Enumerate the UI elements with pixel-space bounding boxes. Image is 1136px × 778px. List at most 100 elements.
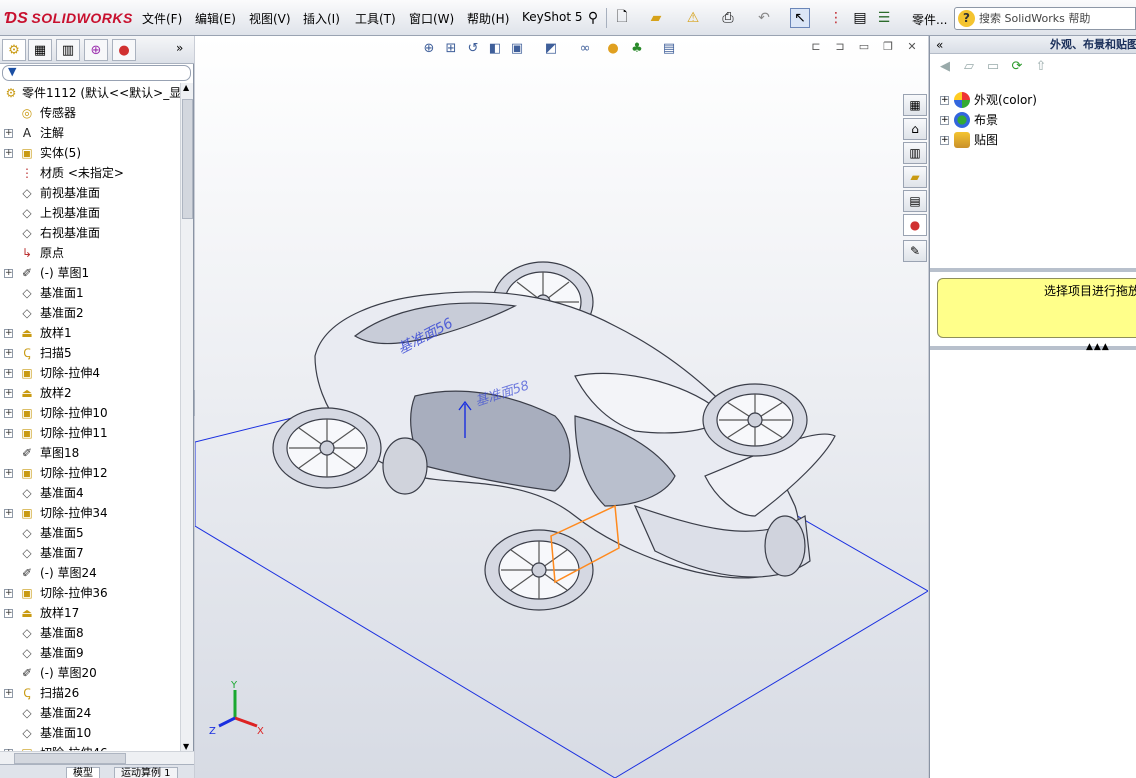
refresh-icon[interactable]: ⟳: [1008, 58, 1026, 76]
tree-item-scenes[interactable]: + 布景: [930, 110, 1136, 130]
previous-view-icon[interactable]: ↺: [464, 40, 482, 58]
menu-window[interactable]: 窗口(W): [409, 10, 454, 27]
tree-item[interactable]: + ▣ 切除-拉伸10: [0, 403, 180, 423]
tree-item[interactable]: + ▣ 切除-拉伸11: [0, 423, 180, 443]
tree-item[interactable]: + ▣ 实体(5): [0, 143, 180, 163]
scroll-down-icon[interactable]: ▼: [183, 742, 189, 751]
menu-insert[interactable]: 插入(I): [303, 10, 340, 27]
display-style-icon[interactable]: ◩: [542, 40, 560, 58]
view-palette-icon[interactable]: ▤: [903, 190, 927, 212]
display-manager-tab-icon[interactable]: ●: [112, 39, 136, 61]
expand-icon[interactable]: +: [4, 149, 13, 158]
tree-item-decals[interactable]: + 贴图: [930, 130, 1136, 150]
open-folder-icon[interactable]: ▱: [960, 58, 978, 76]
tree-item[interactable]: + ✐ (-) 草图1: [0, 263, 180, 283]
back-icon[interactable]: ◀: [936, 58, 954, 76]
tree-item[interactable]: + ▣ 切除-拉伸4: [0, 363, 180, 383]
section-view-icon[interactable]: ◧: [486, 40, 504, 58]
solidworks-resources-icon[interactable]: ▦: [903, 94, 927, 116]
help-search-input[interactable]: ? 搜索 SolidWorks 帮助: [954, 7, 1136, 30]
tree-item[interactable]: ◇ 基准面4: [0, 483, 180, 503]
property-manager-tab-icon[interactable]: ▦: [28, 39, 52, 61]
file-explorer-icon[interactable]: ▰: [903, 166, 927, 188]
expand-icon[interactable]: +: [4, 269, 13, 278]
restore-icon[interactable]: ❐: [880, 40, 896, 54]
model-scene[interactable]: 基准面56 基准面58 Y X Z: [195, 36, 928, 778]
expand-icon[interactable]: +: [4, 349, 13, 358]
tree-item[interactable]: + ▣ 切除-拉伸12: [0, 463, 180, 483]
tree-item[interactable]: ◇ 基准面8: [0, 623, 180, 643]
open-folder-icon[interactable]: ▰: [646, 8, 666, 28]
tree-item[interactable]: ↳ 原点: [0, 243, 180, 263]
expand-icon[interactable]: +: [4, 329, 13, 338]
design-library-icon[interactable]: ▥: [903, 142, 927, 164]
tree-item[interactable]: + Ꞔ 扫描26: [0, 683, 180, 703]
apply-scene-icon[interactable]: ♣: [628, 40, 646, 58]
tree-item[interactable]: ◇ 基准面2: [0, 303, 180, 323]
tree-item[interactable]: ◇ 基准面1: [0, 283, 180, 303]
options-icon[interactable]: ☰: [874, 8, 894, 28]
feature-manager-tab-icon[interactable]: ⚙: [2, 39, 26, 61]
tree-item[interactable]: ⋮ 材质 <未指定>: [0, 163, 180, 183]
expand-icon[interactable]: +: [940, 96, 949, 105]
tree-item[interactable]: ✐ (-) 草图20: [0, 663, 180, 683]
expand-icon[interactable]: +: [4, 389, 13, 398]
zoom-to-area-icon[interactable]: ⊞: [442, 40, 460, 58]
tree-item[interactable]: ◇ 前视基准面: [0, 183, 180, 203]
expand-icon[interactable]: +: [4, 429, 13, 438]
select-pointer-icon[interactable]: ↖: [790, 8, 810, 28]
menu-keyshot[interactable]: KeyShot 5: [522, 10, 582, 24]
tree-item[interactable]: ◇ 上视基准面: [0, 203, 180, 223]
tree-horizontal-scrollbar[interactable]: [0, 751, 194, 764]
graphics-area[interactable]: 基准面56 基准面58 Y X Z ⊕ ⊞ ↺ ◧ ▣ ◩ ∞ ● ♣ ▤ ⊏ …: [195, 36, 928, 778]
resize-grip-icon[interactable]: ▲▲▲: [1086, 342, 1110, 352]
collapse-pane-icon[interactable]: «: [936, 36, 943, 54]
tree-item[interactable]: + ⏏ 放样1: [0, 323, 180, 343]
tree-filter-input[interactable]: ▼: [2, 65, 191, 81]
expand-icon[interactable]: +: [4, 129, 13, 138]
hide-show-items-icon[interactable]: ∞: [576, 40, 594, 58]
home-icon[interactable]: ⌂: [903, 118, 927, 140]
solidworks-logo[interactable]: ƊS SOLIDWORKS: [0, 4, 132, 32]
tree-vertical-scrollbar[interactable]: ▲ ▼: [180, 83, 193, 751]
expand-icon[interactable]: +: [4, 589, 13, 598]
tree-item[interactable]: ◇ 基准面5: [0, 523, 180, 543]
tree-item[interactable]: ◇ 基准面9: [0, 643, 180, 663]
configuration-manager-tab-icon[interactable]: ▥: [56, 39, 80, 61]
rebuild-warning-icon[interactable]: ⚠: [683, 8, 703, 28]
expand-icon[interactable]: +: [940, 116, 949, 125]
expand-icon[interactable]: +: [4, 509, 13, 518]
tree-item-appearances[interactable]: + 外观(color): [930, 90, 1136, 110]
undo-icon[interactable]: ↶: [754, 8, 774, 28]
tree-item[interactable]: + Ꞔ 扫描5: [0, 343, 180, 363]
tree-item[interactable]: ◎ 传感器: [0, 103, 180, 123]
hscrollbar-thumb[interactable]: [14, 753, 126, 764]
tile-right-icon[interactable]: ⊐: [832, 40, 848, 54]
custom-properties-icon[interactable]: ✎: [903, 240, 927, 262]
tree-item[interactable]: ◇ 基准面7: [0, 543, 180, 563]
file-properties-icon[interactable]: ▤: [850, 8, 870, 28]
appearances-tab-icon[interactable]: ●: [903, 214, 927, 236]
pin-icon[interactable]: ⚲: [583, 8, 603, 28]
tree-item[interactable]: ✐ (-) 草图24: [0, 563, 180, 583]
close-icon[interactable]: ✕: [904, 40, 920, 54]
tile-left-icon[interactable]: ⊏: [808, 40, 824, 54]
menu-tools[interactable]: 工具(T): [355, 10, 396, 27]
scroll-up-icon[interactable]: ▲: [183, 83, 189, 92]
expand-icon[interactable]: +: [4, 369, 13, 378]
tree-item[interactable]: ◇ 基准面24: [0, 703, 180, 723]
zoom-to-fit-icon[interactable]: ⊕: [420, 40, 438, 58]
scrollbar-thumb[interactable]: [182, 99, 193, 219]
tree-item[interactable]: + ▣ 切除-拉伸34: [0, 503, 180, 523]
tree-item[interactable]: ◇ 右视基准面: [0, 223, 180, 243]
pane-divider[interactable]: [930, 268, 1136, 272]
minimize-icon[interactable]: ▭: [856, 40, 872, 54]
traffic-light-icon[interactable]: ⋮: [826, 8, 846, 28]
tree-root-part[interactable]: ⚙ 零件1112 (默认<<默认>_显: [0, 83, 180, 103]
tree-item[interactable]: +▣切除-拉伸46: [0, 743, 180, 751]
up-level-icon[interactable]: ⇧: [1032, 58, 1050, 76]
expand-icon[interactable]: +: [4, 409, 13, 418]
menu-view[interactable]: 视图(V): [249, 10, 291, 27]
new-document-icon[interactable]: 🗋: [612, 8, 632, 28]
expand-panel-icon[interactable]: »: [176, 41, 183, 55]
